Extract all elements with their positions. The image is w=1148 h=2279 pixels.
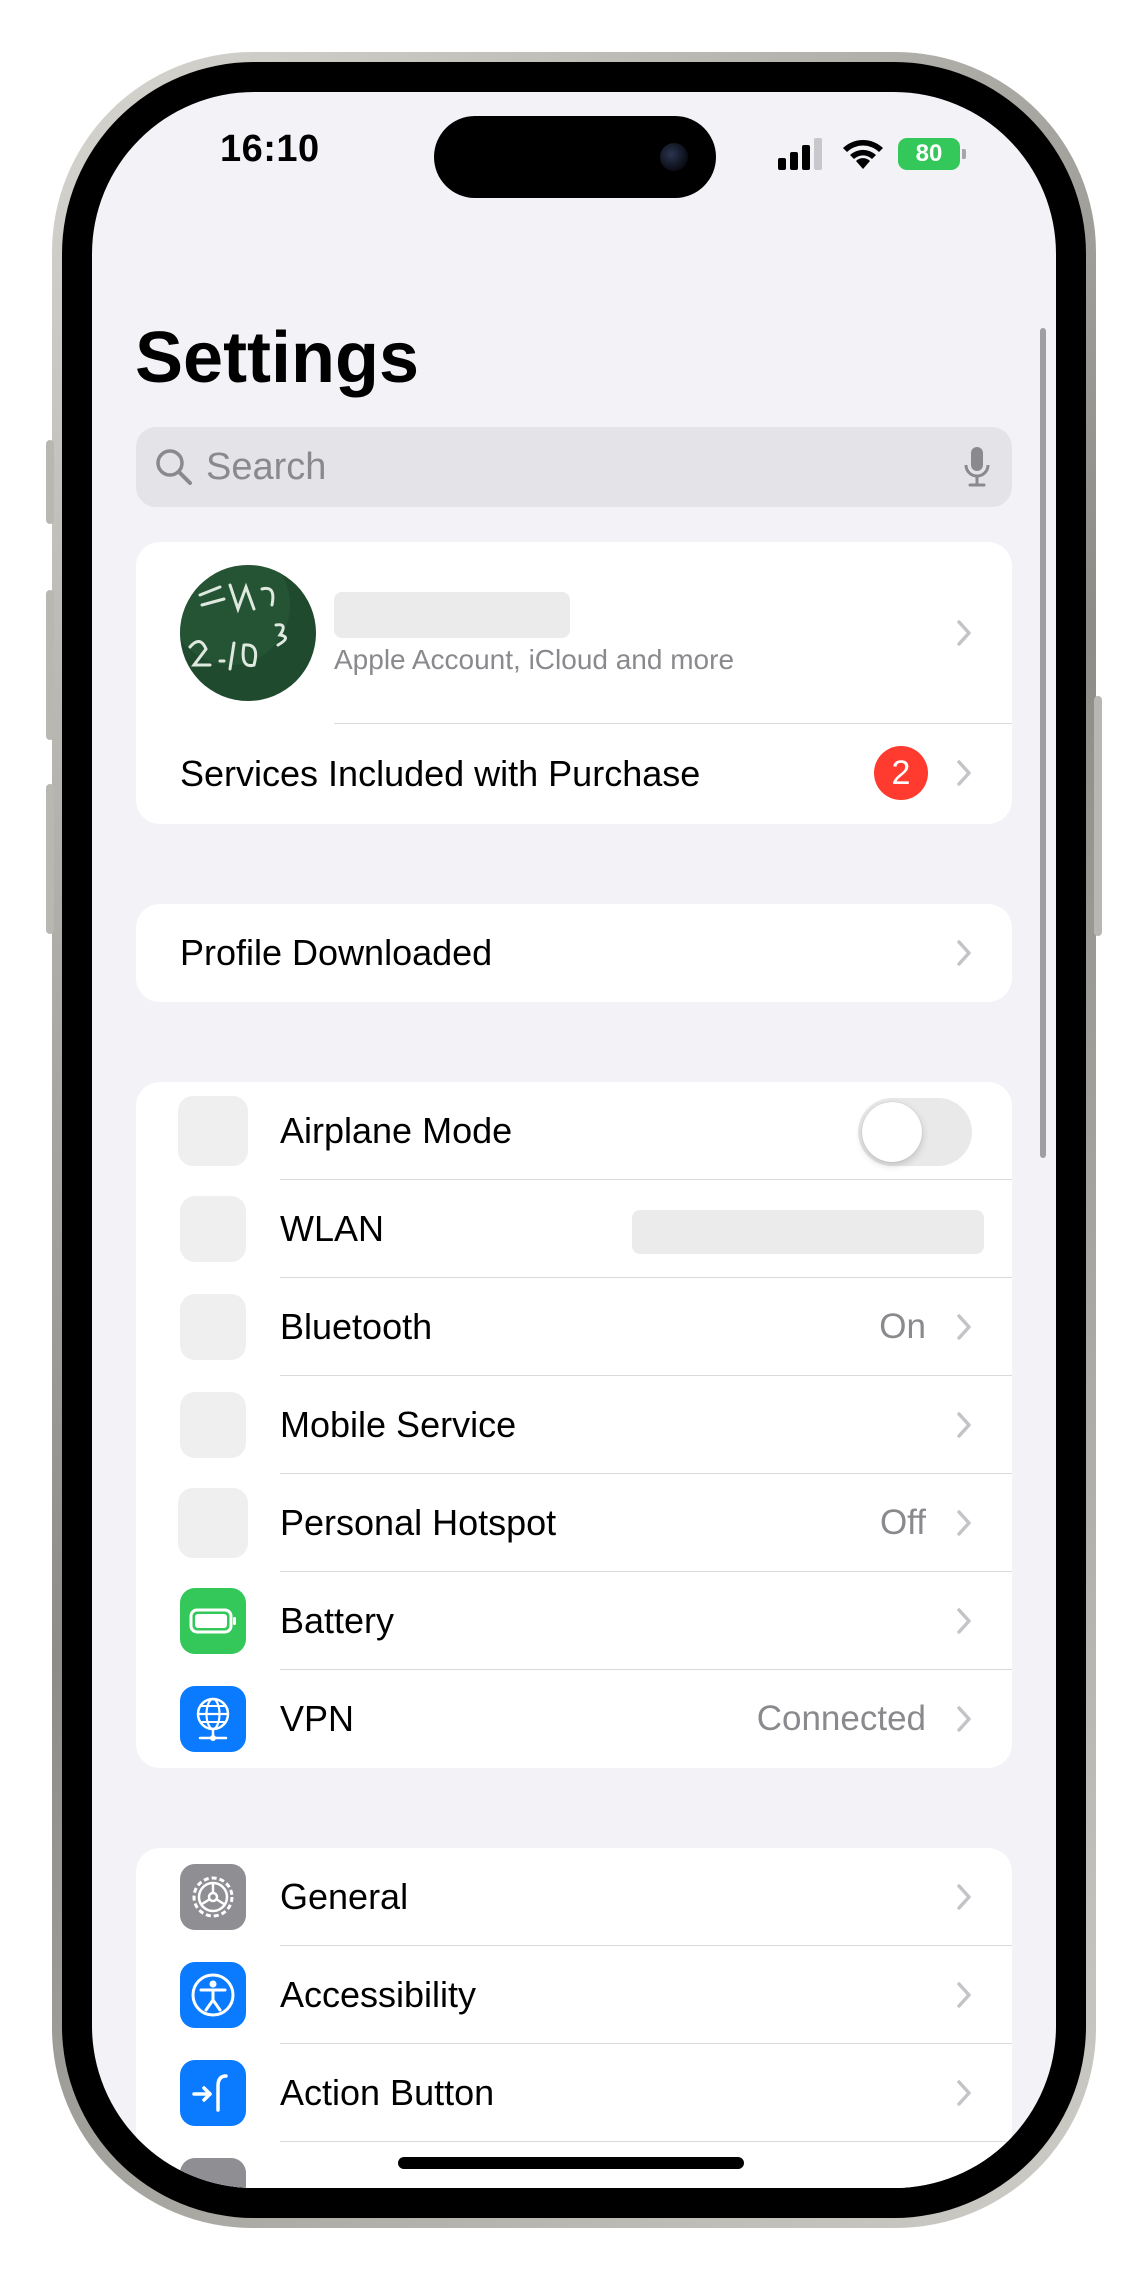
bluetooth-icon: [180, 1294, 246, 1360]
accessibility-row[interactable]: Accessibility: [136, 1946, 1012, 2044]
wifi-icon: [843, 140, 883, 169]
bluetooth-value: On: [879, 1307, 926, 1346]
profile-label: Profile Downloaded: [180, 932, 493, 973]
wlan-label: WLAN: [280, 1208, 385, 1249]
airplane-mode-toggle[interactable]: [858, 1098, 972, 1166]
services-label: Services Included with Purchase: [180, 753, 701, 794]
chevron-right-icon: [957, 620, 971, 646]
home-indicator[interactable]: [398, 2157, 744, 2169]
vpn-value: Connected: [756, 1699, 926, 1738]
hotspot-value: Off: [879, 1503, 926, 1542]
battery-row[interactable]: Battery: [136, 1572, 1012, 1670]
scrollbar[interactable]: [1040, 328, 1046, 1158]
power-side-button: [1094, 696, 1102, 936]
bluetooth-row[interactable]: Bluetooth On: [136, 1278, 1012, 1376]
action-button-label: Action Button: [280, 2072, 495, 2113]
profile-downloaded-row[interactable]: Profile Downloaded: [136, 904, 1012, 1002]
gear-icon: [180, 1864, 246, 1930]
hotspot-label: Personal Hotspot: [280, 1502, 557, 1543]
airplane-mode-row: Airplane Mode: [136, 1082, 1012, 1180]
wlan-row[interactable]: WLAN: [136, 1180, 1012, 1278]
status-icons: 80: [778, 134, 966, 174]
hotspot-icon: [178, 1488, 248, 1558]
battery-status-icon: 80: [898, 138, 966, 170]
accessibility-label: Accessibility: [280, 1974, 477, 2015]
chevron-right-icon: [957, 1982, 971, 2008]
profile-card: Profile Downloaded: [136, 904, 1012, 1002]
mobile-service-row[interactable]: Mobile Service: [136, 1376, 1012, 1474]
vpn-label: VPN: [280, 1698, 355, 1739]
chevron-right-icon: [957, 1706, 971, 1732]
status-time: 16:10: [220, 128, 320, 170]
chevron-right-icon: [957, 1884, 971, 1910]
vpn-row[interactable]: VPN Connected: [136, 1670, 1012, 1768]
action-button-icon: [180, 2060, 246, 2126]
search-icon: [156, 449, 192, 485]
page-title: Settings: [135, 318, 420, 398]
chevron-right-icon: [957, 940, 971, 966]
chevron-right-icon: [957, 1608, 971, 1634]
search-input[interactable]: Search: [136, 427, 1012, 507]
avatar: [180, 565, 316, 701]
volume-up-side-button: [46, 590, 54, 740]
chevron-right-icon: [957, 760, 971, 786]
general-card: General Accessibility Action Button: [136, 1848, 1012, 2188]
airplane-label: Airplane Mode: [280, 1110, 513, 1151]
mobile-service-label: Mobile Service: [280, 1404, 517, 1445]
personal-hotspot-row[interactable]: Personal Hotspot Off: [136, 1474, 1012, 1572]
search-placeholder: Search: [206, 445, 327, 488]
screen: 16:10 80 Settings Search Apple Account, …: [92, 92, 1056, 2188]
toggle-knob: [862, 1102, 922, 1162]
account-card: Apple Account, iCloud and more Services …: [136, 542, 1012, 824]
chevron-right-icon: [957, 1412, 971, 1438]
dynamic-island: [434, 116, 716, 198]
account-name-placeholder: [334, 592, 570, 638]
action-side-button: [46, 440, 54, 524]
vpn-globe-icon: [180, 1686, 246, 1752]
notification-badge: 2: [874, 746, 928, 800]
account-subtitle: Apple Account, iCloud and more: [334, 644, 735, 675]
airplane-icon: [178, 1096, 248, 1166]
battery-icon: [180, 1588, 246, 1654]
battery-label: Battery: [280, 1600, 395, 1641]
volume-down-side-button: [46, 784, 54, 934]
cellular-signal-icon: [778, 138, 822, 170]
accessibility-icon: [180, 1962, 246, 2028]
connectivity-card: Airplane Mode WLAN Bluetooth On Mobile S…: [136, 1082, 1012, 1768]
chevron-right-icon: [957, 2080, 971, 2106]
battery-percent: 80: [915, 140, 943, 167]
wlan-network-placeholder: [632, 1210, 984, 1254]
wifi-icon: [180, 1196, 246, 1262]
front-camera: [660, 143, 688, 171]
microphone-icon[interactable]: [962, 445, 992, 489]
bluetooth-label: Bluetooth: [280, 1306, 433, 1347]
partial-row-icon: [180, 2158, 246, 2188]
general-label: General: [280, 1876, 409, 1917]
services-row[interactable]: Services Included with Purchase 2: [136, 724, 1012, 824]
mobile-service-icon: [180, 1392, 246, 1458]
action-button-row[interactable]: Action Button: [136, 2044, 1012, 2142]
chevron-right-icon: [957, 1510, 971, 1536]
general-row[interactable]: General: [136, 1848, 1012, 1946]
account-row[interactable]: Apple Account, iCloud and more: [136, 542, 1012, 724]
chevron-right-icon: [957, 1314, 971, 1340]
